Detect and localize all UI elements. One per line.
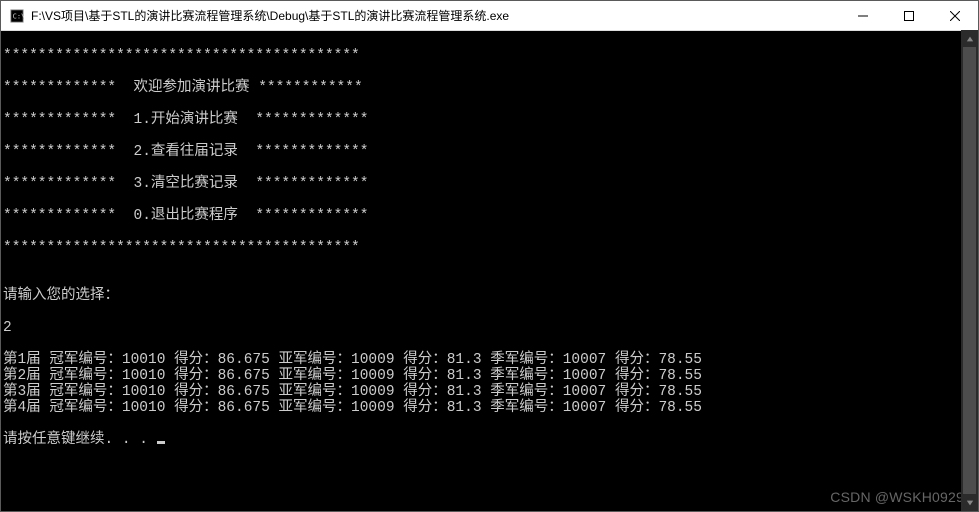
menu-option-0: ************* 0.退出比赛程序 ************* <box>3 208 976 224</box>
titlebar[interactable]: C:\ F:\VS项目\基于STL的演讲比赛流程管理系统\Debug\基于STL… <box>1 1 978 31</box>
record-row: 第2届 冠军编号：10010 得分：86.675 亚军编号：10009 得分：8… <box>3 368 976 384</box>
minimize-button[interactable] <box>840 1 886 30</box>
menu-option-1: ************* 1.开始演讲比赛 ************* <box>3 112 976 128</box>
record-row: 第4届 冠军编号：10010 得分：86.675 亚军编号：10009 得分：8… <box>3 400 976 416</box>
close-button[interactable] <box>932 1 978 30</box>
scroll-up-button[interactable] <box>961 30 978 47</box>
menu-border-top: ****************************************… <box>3 48 976 64</box>
continue-text: 请按任意键继续. . . <box>3 432 157 448</box>
window-controls <box>840 1 978 30</box>
svg-text:C:\: C:\ <box>13 12 24 20</box>
menu-option-3: ************* 3.清空比赛记录 ************* <box>3 176 976 192</box>
menu-border-bottom: ****************************************… <box>3 240 976 256</box>
maximize-button[interactable] <box>886 1 932 30</box>
scroll-thumb[interactable] <box>963 47 976 494</box>
vertical-scrollbar[interactable] <box>961 30 978 511</box>
scroll-track[interactable] <box>961 47 978 494</box>
cursor-icon <box>157 441 165 444</box>
continue-prompt: 请按任意键继续. . . <box>3 432 976 448</box>
menu-welcome: ************* 欢迎参加演讲比赛 ************ <box>3 80 976 96</box>
scroll-down-button[interactable] <box>961 494 978 511</box>
console-output[interactable]: ****************************************… <box>1 31 978 511</box>
app-window: C:\ F:\VS项目\基于STL的演讲比赛流程管理系统\Debug\基于STL… <box>0 0 979 512</box>
input-prompt: 请输入您的选择： <box>3 288 976 304</box>
record-row: 第1届 冠军编号：10010 得分：86.675 亚军编号：10009 得分：8… <box>3 352 976 368</box>
records-list: 第1届 冠军编号：10010 得分：86.675 亚军编号：10009 得分：8… <box>3 352 976 416</box>
watermark: CSDN @WSKH0929 <box>830 489 964 505</box>
user-input: 2 <box>3 320 976 336</box>
window-title: F:\VS项目\基于STL的演讲比赛流程管理系统\Debug\基于STL的演讲比… <box>31 7 509 24</box>
menu-option-2: ************* 2.查看往届记录 ************* <box>3 144 976 160</box>
app-icon: C:\ <box>9 8 25 24</box>
record-row: 第3届 冠军编号：10010 得分：86.675 亚军编号：10009 得分：8… <box>3 384 976 400</box>
